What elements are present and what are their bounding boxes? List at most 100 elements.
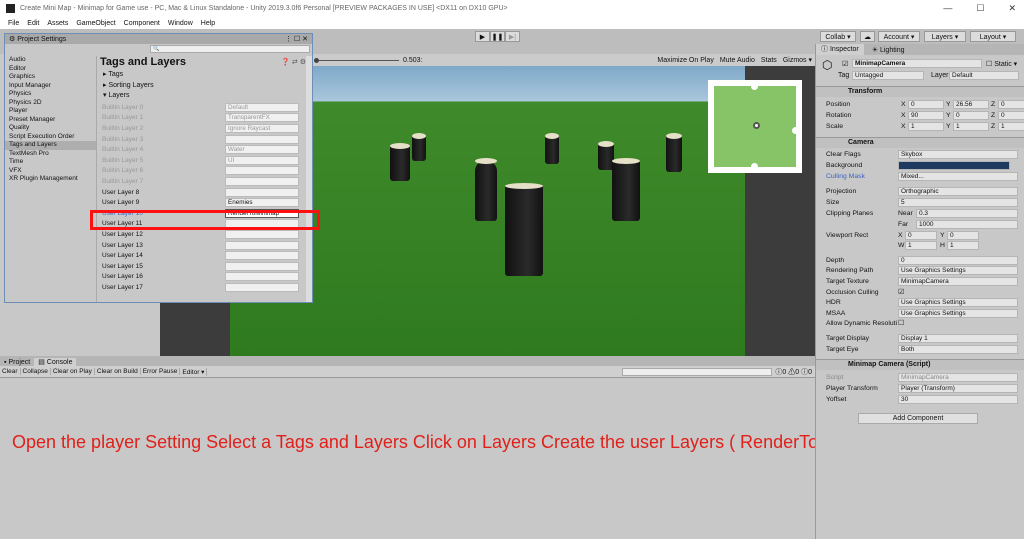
mute-audio-button[interactable]: Mute Audio: [717, 57, 758, 64]
step-button[interactable]: ▶|: [505, 31, 520, 42]
near-field[interactable]: 0.3: [916, 209, 1018, 218]
layer-name-input[interactable]: [225, 240, 299, 250]
sidebar-item[interactable]: TextMesh Pro: [5, 150, 96, 159]
layer-name-input[interactable]: Water: [225, 145, 299, 155]
sidebar-item[interactable]: XR Plugin Management: [5, 175, 96, 184]
script-field[interactable]: MinimapCamera: [898, 373, 1018, 382]
settings-search-input[interactable]: 🔍: [150, 45, 310, 53]
tags-foldout[interactable]: ▸ Tags: [100, 70, 312, 81]
menu-edit[interactable]: Edit: [27, 20, 39, 27]
layout-dropdown[interactable]: Layout ▾: [970, 31, 1016, 42]
layer-name-input[interactable]: [225, 272, 299, 282]
project-settings-tab[interactable]: ⚙ Project Settings ⋮ ☐ ✕: [5, 34, 312, 44]
culling-mask-field[interactable]: Mixed...: [898, 172, 1018, 181]
transform-z-field[interactable]: 1: [998, 122, 1024, 131]
layer-name-input[interactable]: [225, 166, 299, 176]
msaa-field[interactable]: Use Graphics Settings: [898, 309, 1018, 318]
target-eye-field[interactable]: Both: [898, 345, 1018, 354]
layer-name-input[interactable]: Default: [225, 102, 299, 112]
sidebar-item[interactable]: Preset Manager: [5, 116, 96, 125]
static-toggle[interactable]: ☐ Static ▾: [986, 60, 1017, 68]
sidebar-item[interactable]: Player: [5, 107, 96, 116]
layer-name-input[interactable]: [225, 187, 299, 197]
account-dropdown[interactable]: Account ▾: [878, 31, 920, 42]
player-field[interactable]: Player (Transform): [898, 384, 1018, 393]
maximize-on-play-button[interactable]: Maximize On Play: [654, 57, 716, 64]
transform-z-field[interactable]: 0: [998, 100, 1024, 109]
sidebar-item[interactable]: Quality: [5, 124, 96, 133]
background-color-swatch[interactable]: [898, 161, 1010, 170]
menu-assets[interactable]: Assets: [47, 20, 68, 27]
sidebar-item[interactable]: Input Manager: [5, 82, 96, 91]
layer-name-input[interactable]: [225, 176, 299, 186]
clear-button[interactable]: Clear: [0, 368, 21, 375]
transform-x-field[interactable]: 1: [908, 122, 944, 131]
hdr-field[interactable]: Use Graphics Settings: [898, 298, 1018, 307]
cloud-icon[interactable]: ☁: [860, 31, 875, 42]
viewport-vw-field[interactable]: 1: [905, 241, 937, 250]
layer-name-input[interactable]: [225, 251, 299, 261]
layer-name-input[interactable]: Enemies: [225, 198, 299, 208]
layer-name-input[interactable]: Ignore Raycast: [225, 123, 299, 133]
sidebar-item[interactable]: Script Execution Order: [5, 133, 96, 142]
active-checkbox[interactable]: ☑: [842, 60, 848, 68]
tag-dropdown[interactable]: Untagged: [852, 71, 924, 80]
stats-button[interactable]: Stats: [758, 57, 780, 64]
clear-flags-field[interactable]: Skybox: [898, 150, 1018, 159]
layer-dropdown[interactable]: Default: [949, 71, 1019, 80]
sidebar-item[interactable]: Editor: [5, 65, 96, 74]
transform-x-field[interactable]: 90: [908, 111, 944, 120]
camera-header[interactable]: Camera: [816, 137, 1024, 148]
scrollbar[interactable]: [306, 56, 312, 302]
transform-y-field[interactable]: 1: [953, 122, 989, 131]
add-component-button[interactable]: Add Component: [858, 413, 978, 424]
tab-project[interactable]: ▪ Project: [0, 359, 34, 366]
help-settings-icons[interactable]: ❓ ⇄ ⚙: [281, 58, 306, 66]
sorting-layers-foldout[interactable]: ▸ Sorting Layers: [100, 81, 312, 92]
size-field[interactable]: 5: [898, 198, 1018, 207]
script-header[interactable]: Minimap Camera (Script): [816, 359, 1024, 370]
occlusion-checkbox[interactable]: ☑: [898, 288, 904, 296]
viewport-vx-field[interactable]: 0: [905, 231, 937, 240]
scale-slider[interactable]: [319, 59, 399, 61]
sidebar-item[interactable]: Physics 2D: [5, 99, 96, 108]
layer-name-input[interactable]: [225, 261, 299, 271]
target-display-field[interactable]: Display 1: [898, 334, 1018, 343]
sidebar-item[interactable]: Time: [5, 158, 96, 167]
collab-button[interactable]: Collab ▾: [820, 31, 856, 42]
yoffset-field[interactable]: 30: [898, 395, 1018, 404]
viewport-vh-field[interactable]: 1: [947, 241, 979, 250]
sidebar-item[interactable]: Audio: [5, 56, 96, 65]
menu-file[interactable]: File: [8, 20, 19, 27]
layer-name-input[interactable]: TransparentFX: [225, 113, 299, 123]
sidebar-item[interactable]: Graphics: [5, 73, 96, 82]
transform-y-field[interactable]: 0: [953, 111, 989, 120]
maximize-button[interactable]: ☐: [976, 3, 984, 14]
clear-on-play-button[interactable]: Clear on Play: [51, 368, 95, 375]
error-pause-button[interactable]: Error Pause: [141, 368, 181, 375]
transform-z-field[interactable]: 0: [998, 111, 1024, 120]
transform-x-field[interactable]: 0: [908, 100, 944, 109]
minimize-button[interactable]: —: [943, 3, 952, 14]
sidebar-item[interactable]: Physics: [5, 90, 96, 99]
menu-component[interactable]: Component: [124, 20, 160, 27]
layers-dropdown[interactable]: Layers ▾: [924, 31, 966, 42]
viewport-vy-field[interactable]: 0: [947, 231, 979, 240]
close-icon[interactable]: ⋮ ☐ ✕: [285, 35, 308, 43]
tab-console[interactable]: ▤ Console: [34, 358, 77, 366]
menu-help[interactable]: Help: [201, 20, 215, 27]
far-field[interactable]: 1000: [916, 220, 1018, 229]
tab-lighting[interactable]: ☀ Lighting: [864, 46, 913, 54]
layer-name-input[interactable]: UI: [225, 155, 299, 165]
depth-field[interactable]: 0: [898, 256, 1018, 265]
layer-name-input[interactable]: [225, 134, 299, 144]
projection-field[interactable]: Orthographic: [898, 187, 1018, 196]
dynamic-resolution-checkbox[interactable]: ☐: [898, 319, 904, 327]
rendering-path-field[interactable]: Use Graphics Settings: [898, 266, 1018, 275]
pause-button[interactable]: ❚❚: [490, 31, 505, 42]
clear-on-build-button[interactable]: Clear on Build: [95, 368, 141, 375]
gizmos-button[interactable]: Gizmos ▾: [780, 56, 815, 64]
transform-header[interactable]: Transform: [816, 86, 1024, 97]
layers-foldout[interactable]: ▾ Layers: [100, 91, 312, 102]
menu-gameobject[interactable]: GameObject: [76, 20, 115, 27]
